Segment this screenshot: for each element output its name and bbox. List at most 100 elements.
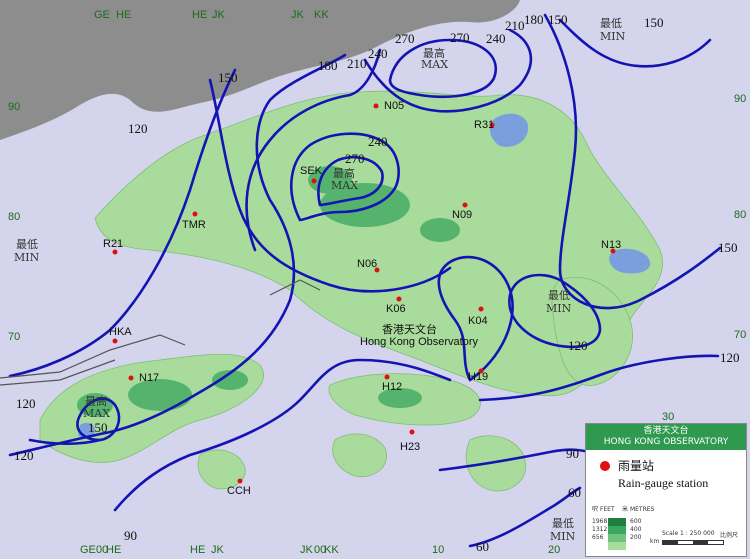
legend-gauge-en: Rain-gauge station xyxy=(618,476,709,490)
scale-bar xyxy=(662,540,724,545)
elevation-swatch xyxy=(608,534,626,542)
isohyet-label: 240 xyxy=(486,31,506,46)
station-label: N05 xyxy=(384,100,404,112)
grid-label: JK xyxy=(211,544,225,556)
grid-label: KK xyxy=(324,544,339,556)
station-dot xyxy=(478,306,484,312)
extremum-en: MIN xyxy=(14,251,40,264)
feet-value: 1968 xyxy=(592,518,608,525)
legend-rain-gauge: 雨量站 xyxy=(600,457,746,474)
grid-label: 90 xyxy=(734,93,746,105)
grid-label: 80 xyxy=(734,209,746,221)
feet-value: 656 xyxy=(592,534,604,541)
observatory-en: Hong Kong Observatory xyxy=(360,336,479,348)
station-dot xyxy=(409,429,415,435)
feet-value: 1312 xyxy=(592,526,608,533)
station-label: K04 xyxy=(468,315,488,327)
grid-label: JK xyxy=(291,9,305,21)
extremum-zh: 最高 xyxy=(85,394,107,408)
observatory-zh: 香港天文台 xyxy=(382,322,437,336)
legend-gauge-zh: 雨量站 xyxy=(618,459,655,473)
station-label: SEK xyxy=(300,165,323,177)
isohyet-label: 60 xyxy=(568,485,581,500)
high-ground xyxy=(420,218,460,242)
extremum-en: MAX xyxy=(421,58,448,71)
small-island-land xyxy=(465,435,527,492)
metres-value: 600 xyxy=(630,518,642,525)
small-island-land xyxy=(197,449,246,490)
grid-label: 30 xyxy=(662,411,674,423)
extremum-en: MIN xyxy=(600,30,626,43)
extremum-zh: 最低 xyxy=(552,517,574,530)
legend-title-en: HONG KONG OBSERVATORY xyxy=(603,437,729,447)
extremum-zh: 最低 xyxy=(16,238,38,251)
legend-title-zh: 香港天文台 xyxy=(643,426,689,436)
station-label: R31 xyxy=(474,119,494,131)
station-label: N09 xyxy=(452,209,472,221)
elevation-swatch xyxy=(608,518,626,526)
isohyet-label: 120 xyxy=(16,396,36,411)
grid-label: 80 xyxy=(8,211,20,223)
extremum-en: MIN xyxy=(550,530,576,543)
station-dot xyxy=(384,374,390,380)
isohyet-label: 150 xyxy=(218,70,238,85)
isohyet-label: 270 xyxy=(345,151,365,166)
grid-label: GE xyxy=(80,544,96,556)
isohyet-label: 60 xyxy=(476,539,489,554)
isohyet-label: 90 xyxy=(124,528,137,543)
station-label: TMR xyxy=(182,219,206,231)
station-label: N13 xyxy=(601,239,621,251)
extremum-zh: 最低 xyxy=(600,17,622,30)
scale-unit: km xyxy=(650,538,660,545)
grid-label: JK xyxy=(212,9,226,21)
extremum-en: MAX xyxy=(83,407,110,420)
isohyet-label: 270 xyxy=(450,30,470,45)
grid-label: GE xyxy=(94,9,110,21)
lantau-peak-high xyxy=(128,379,192,411)
grid-label: HE xyxy=(190,544,205,556)
isohyet-label: 270 xyxy=(395,31,415,46)
extremum-en: MIN xyxy=(546,302,572,315)
station-dot xyxy=(396,296,402,302)
station-label: H19 xyxy=(468,371,488,383)
grid-label: 70 xyxy=(734,329,746,341)
elevation-swatch xyxy=(608,526,626,534)
isohyet-label: 120 xyxy=(720,350,740,365)
grid-label: 70 xyxy=(8,331,20,343)
isohyet-label: 180 xyxy=(318,58,338,73)
metres-value: 400 xyxy=(630,526,642,533)
station-label: H23 xyxy=(400,441,420,453)
legend-elevation-scale: 呎 FEET 米 METRES 1968 1312 656 600 400 20… xyxy=(592,504,742,552)
grid-label: HE xyxy=(106,544,121,556)
grid-label: HE xyxy=(116,9,131,21)
grid-label: KK xyxy=(314,9,329,21)
station-dot xyxy=(192,211,198,217)
station-dot xyxy=(462,202,468,208)
extremum-zh: 最高 xyxy=(333,166,355,180)
isohyet-label: 150 xyxy=(88,420,108,435)
isohyet-label: 90 xyxy=(566,446,579,461)
legend-header: 香港天文台 HONG KONG OBSERVATORY xyxy=(586,424,746,450)
isohyet-label: 240 xyxy=(368,134,388,149)
station-label: H12 xyxy=(382,381,402,393)
feet-label: 呎 FEET xyxy=(592,506,615,513)
station-dot xyxy=(237,478,243,484)
isohyet-label: 120 xyxy=(14,448,34,463)
station-dot xyxy=(112,338,118,344)
rain-gauge-dot-icon xyxy=(600,460,610,471)
scale-zh: 比例尺 xyxy=(720,532,739,539)
grid-label: HE xyxy=(192,9,207,21)
station-dot xyxy=(311,178,317,184)
station-label: N17 xyxy=(139,372,159,384)
isohyet-label: 240 xyxy=(368,46,388,61)
grid-label: 20 xyxy=(548,544,560,556)
extremum-zh: 最低 xyxy=(548,289,570,302)
station-label: N06 xyxy=(357,258,377,270)
station-label: CCH xyxy=(227,485,251,497)
isohyet-label: 150 xyxy=(644,15,664,30)
extremum-en: MAX xyxy=(331,179,358,192)
lamma-island-land xyxy=(332,433,387,478)
map-legend: 香港天文台 HONG KONG OBSERVATORY 雨量站 Rain-gau… xyxy=(585,423,747,557)
station-label: HKA xyxy=(109,326,132,338)
grid-label: 10 xyxy=(432,544,444,556)
